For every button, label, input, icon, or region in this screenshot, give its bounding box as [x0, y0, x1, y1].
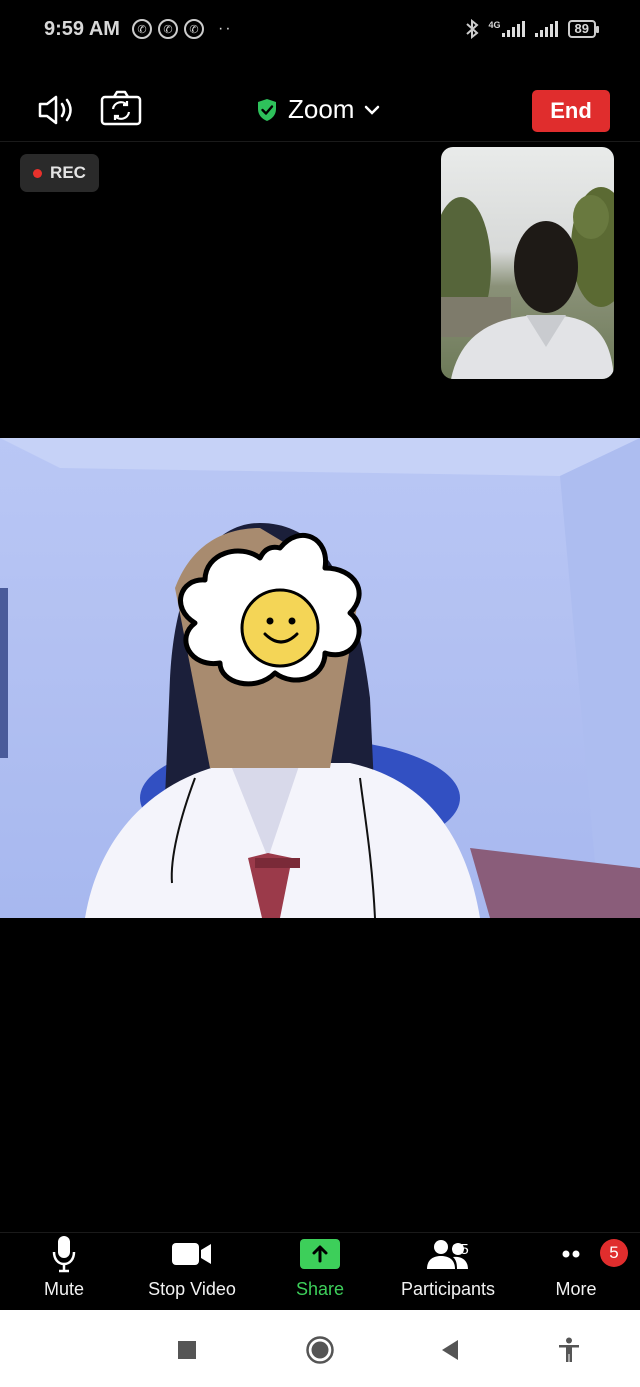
bluetooth-icon	[465, 19, 479, 39]
stop-icon	[178, 1341, 196, 1359]
home-button[interactable]	[300, 1330, 340, 1370]
meeting-title-menu[interactable]: Zoom	[256, 94, 380, 125]
chevron-down-icon	[365, 105, 380, 115]
camera-switch-icon	[100, 90, 142, 126]
recording-badge: REC	[20, 154, 99, 192]
recording-label: REC	[50, 163, 86, 182]
more-notifications-icon: ··	[217, 20, 233, 37]
participants-count: 85	[452, 1241, 469, 1258]
phone-notification-icon: ✆	[131, 19, 152, 39]
accessibility-button[interactable]	[549, 1330, 589, 1370]
back-icon	[442, 1340, 458, 1360]
system-icons: 4G 89	[465, 19, 600, 39]
status-bar: 9:59 AM ✆ ✆ ✆ ·· 4G 89	[0, 0, 640, 58]
whatsapp-icon: ✆	[157, 19, 178, 39]
video-scene	[0, 438, 640, 918]
meeting-toolbar: Mute Stop Video Share 85 Participants 5 …	[0, 1232, 640, 1308]
more-notification-badge: 5	[600, 1239, 628, 1267]
battery-icon: 89	[567, 20, 600, 38]
status-time: 9:59 AM	[44, 17, 120, 40]
switch-camera-button[interactable]	[100, 90, 142, 126]
recents-button[interactable]	[167, 1330, 207, 1370]
participants-label: Participants	[400, 1279, 496, 1299]
share-button[interactable]: Share	[256, 1233, 384, 1308]
mute-button[interactable]: Mute	[0, 1233, 128, 1308]
more-label: More	[555, 1279, 597, 1299]
main-video-feed[interactable]	[0, 438, 640, 918]
more-dots-icon	[562, 1250, 580, 1258]
self-video-thumbnail[interactable]	[441, 147, 614, 379]
share-arrow-icon	[300, 1239, 340, 1269]
participants-button[interactable]: 85 Participants	[384, 1233, 512, 1308]
recording-dot-icon	[33, 168, 43, 178]
speaker-icon	[38, 95, 72, 125]
stop-video-button[interactable]: Stop Video	[128, 1233, 256, 1308]
stop-video-label: Stop Video	[148, 1279, 236, 1299]
back-button[interactable]	[430, 1330, 470, 1370]
signal-icon	[534, 21, 558, 37]
accessibility-icon	[559, 1337, 579, 1362]
end-meeting-button[interactable]: End	[532, 90, 610, 132]
meeting-title: Zoom	[288, 94, 355, 124]
microphone-icon	[52, 1236, 76, 1273]
notification-icons: ✆ ✆ ✆ ··	[131, 19, 233, 39]
shield-icon	[258, 98, 276, 121]
home-icon	[306, 1336, 334, 1364]
meeting-top-bar: Zoom End	[0, 80, 640, 142]
thumbnail-scene	[441, 187, 614, 379]
video-camera-icon	[172, 1243, 211, 1265]
more-button[interactable]: 5 More	[512, 1233, 640, 1308]
share-label: Share	[295, 1279, 345, 1299]
speaker-button[interactable]	[36, 92, 78, 128]
system-navigation-bar	[0, 1310, 640, 1387]
viber-icon: ✆	[183, 19, 204, 39]
mute-label: Mute	[43, 1279, 85, 1299]
signal-4g-icon: 4G	[489, 21, 525, 37]
